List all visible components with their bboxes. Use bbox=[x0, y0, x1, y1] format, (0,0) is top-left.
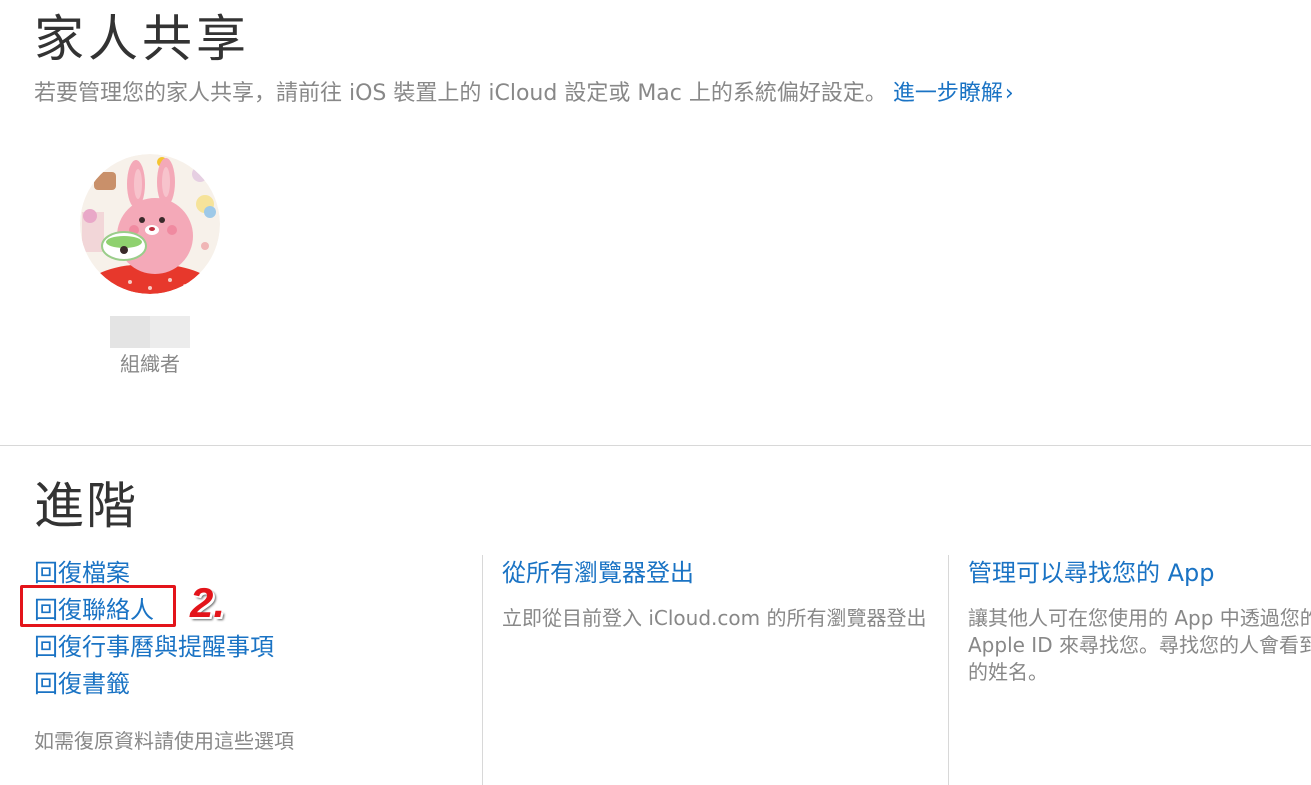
redacted-block bbox=[110, 316, 150, 348]
find-me-description: 讓其他人可在您使用的 App 中透過您的 Apple ID 來尋找您。尋找您的人… bbox=[968, 606, 1311, 684]
sign-out-all-browsers-link[interactable]: 從所有瀏覽器登出 bbox=[502, 555, 949, 591]
step-annotation: 2. bbox=[190, 579, 226, 626]
member-role: 組織者 bbox=[120, 352, 180, 376]
find-me-column: 管理可以尋找您的 App 讓其他人可在您使用的 App 中透過您的 Apple … bbox=[948, 555, 1311, 785]
sign-out-description: 立即從目前登入 iCloud.com 的所有瀏覽器登出 bbox=[502, 606, 927, 630]
restore-calendars-reminders-link[interactable]: 回復行事曆與提醒事項 bbox=[34, 629, 474, 666]
family-sharing-title: 家人共享 bbox=[34, 10, 250, 68]
family-sharing-subtitle: 若要管理您的家人共享，請前往 iOS 裝置上的 iCloud 設定或 Mac 上… bbox=[34, 78, 1014, 110]
highlight-box bbox=[20, 585, 176, 627]
learn-more-label: 進一步瞭解 bbox=[892, 81, 1003, 106]
family-sharing-description: 若要管理您的家人共享，請前往 iOS 裝置上的 iCloud 設定或 Mac 上… bbox=[34, 81, 887, 106]
avatar bbox=[80, 154, 220, 294]
member-name-redacted bbox=[110, 316, 190, 348]
restore-column: 回復檔案 2. 回復聯絡人 回復行事曆與提醒事項 回復書籤 如需復原資料請使用這… bbox=[20, 555, 474, 755]
restore-links: 回復檔案 2. bbox=[20, 555, 474, 627]
family-member-organizer[interactable]: 組織者 bbox=[80, 154, 220, 376]
manage-find-me-apps-link[interactable]: 管理可以尋找您的 App bbox=[968, 555, 1311, 591]
redacted-block bbox=[150, 316, 190, 348]
section-divider bbox=[0, 445, 1311, 446]
restore-bookmarks-link[interactable]: 回復書籤 bbox=[34, 666, 474, 703]
chevron-right-icon: › bbox=[1004, 81, 1014, 106]
sign-out-column: 從所有瀏覽器登出 立即從目前登入 iCloud.com 的所有瀏覽器登出 bbox=[482, 555, 949, 785]
advanced-title: 進階 bbox=[34, 477, 138, 535]
family-sharing-page: 家人共享 若要管理您的家人共享，請前往 iOS 裝置上的 iCloud 設定或 … bbox=[0, 0, 1311, 785]
restore-hint: 如需復原資料請使用這些選項 bbox=[34, 729, 294, 753]
learn-more-link[interactable]: 進一步瞭解› bbox=[893, 81, 1014, 106]
